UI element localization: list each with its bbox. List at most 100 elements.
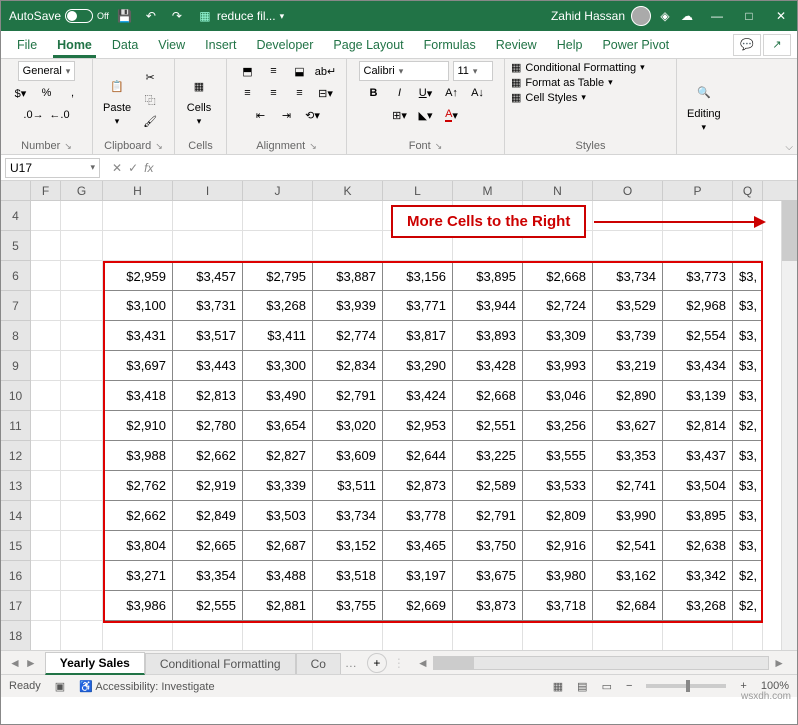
cell[interactable]	[31, 501, 61, 531]
page-layout-view-icon[interactable]: ▤	[577, 680, 587, 693]
cell[interactable]: $3,518	[313, 561, 383, 591]
cell[interactable]: $3,988	[103, 441, 173, 471]
paste-button[interactable]: 📋 Paste ▾	[99, 70, 135, 129]
row-header[interactable]: 14	[1, 501, 31, 531]
minimize-icon[interactable]: —	[709, 8, 725, 24]
row-header[interactable]: 6	[1, 261, 31, 291]
cell[interactable]: $3,533	[523, 471, 593, 501]
cell[interactable]	[61, 261, 103, 291]
cell[interactable]: $3,939	[313, 291, 383, 321]
cell[interactable]: $3,944	[453, 291, 523, 321]
macro-record-icon[interactable]: ▣	[55, 680, 65, 693]
col-header[interactable]: Q	[733, 181, 763, 200]
tab-help[interactable]: Help	[547, 31, 593, 58]
fill-color-icon[interactable]: ◣▾	[415, 105, 437, 125]
cell[interactable]: $2,881	[243, 591, 313, 621]
cell[interactable]	[523, 621, 593, 651]
cell[interactable]: $2,554	[663, 321, 733, 351]
cell[interactable]: $2,687	[243, 531, 313, 561]
cell[interactable]: $2,953	[383, 411, 453, 441]
align-middle-icon[interactable]: ≡	[263, 61, 285, 81]
conditional-formatting-button[interactable]: ▦Conditional Formatting▾	[511, 61, 645, 74]
align-center-icon[interactable]: ≡	[263, 83, 285, 103]
cell[interactable]: $3,290	[383, 351, 453, 381]
format-as-table-button[interactable]: ▦Format as Table▾	[511, 76, 613, 89]
cell[interactable]: $3,511	[313, 471, 383, 501]
italic-icon[interactable]: I	[389, 83, 411, 103]
cell[interactable]	[61, 321, 103, 351]
tab-home[interactable]: Home	[47, 31, 102, 58]
cell[interactable]: $2,774	[313, 321, 383, 351]
cell[interactable]: $3,980	[523, 561, 593, 591]
cell[interactable]	[61, 201, 103, 231]
collapse-ribbon-icon[interactable]: ⌵	[785, 142, 793, 153]
cell[interactable]	[61, 501, 103, 531]
cell[interactable]: $3,654	[243, 411, 313, 441]
cell[interactable]	[31, 261, 61, 291]
redo-icon[interactable]: ↷	[169, 8, 185, 24]
col-header[interactable]: M	[453, 181, 523, 200]
cell[interactable]: $3,609	[313, 441, 383, 471]
cell[interactable]	[313, 201, 383, 231]
cell[interactable]: $2,	[733, 411, 763, 441]
cell[interactable]: $3,	[733, 531, 763, 561]
cell[interactable]: $3,	[733, 501, 763, 531]
cell[interactable]: $2,665	[173, 531, 243, 561]
dialog-launcher-icon[interactable]: ↘	[309, 141, 317, 152]
cell[interactable]: $3,555	[523, 441, 593, 471]
cell[interactable]: $3,778	[383, 501, 453, 531]
more-sheets-icon[interactable]: …	[341, 656, 361, 670]
cell[interactable]: $2,834	[313, 351, 383, 381]
cell[interactable]	[61, 351, 103, 381]
sheet-tab[interactable]: Co	[296, 653, 341, 674]
cell[interactable]: $3,139	[663, 381, 733, 411]
cell[interactable]: $2,	[733, 591, 763, 621]
page-break-view-icon[interactable]: ▭	[602, 680, 612, 693]
cell[interactable]	[173, 231, 243, 261]
cell[interactable]	[61, 291, 103, 321]
zoom-out-icon[interactable]: −	[626, 680, 632, 692]
row-header[interactable]: 9	[1, 351, 31, 381]
sheet-nav-next-icon[interactable]: ►	[25, 656, 37, 670]
cell[interactable]: $3,	[733, 291, 763, 321]
copy-icon[interactable]: ⿻	[139, 90, 161, 110]
cell[interactable]	[61, 231, 103, 261]
cell[interactable]	[31, 411, 61, 441]
tab-developer[interactable]: Developer	[246, 31, 323, 58]
horizontal-scrollbar[interactable]: ◄ ►	[413, 656, 789, 670]
cell[interactable]: $2,669	[383, 591, 453, 621]
cell[interactable]: $3,465	[383, 531, 453, 561]
diamond-icon[interactable]: ◈	[657, 8, 673, 24]
cell[interactable]: $3,411	[243, 321, 313, 351]
cell[interactable]: $3,986	[103, 591, 173, 621]
close-icon[interactable]: ✕	[773, 8, 789, 24]
dialog-launcher-icon[interactable]: ↘	[155, 141, 163, 152]
cell[interactable]	[31, 561, 61, 591]
wrap-text-icon[interactable]: ab↵	[315, 61, 337, 81]
cell[interactable]: $2,791	[313, 381, 383, 411]
cell[interactable]: $2,662	[173, 441, 243, 471]
cell[interactable]: $3,895	[453, 261, 523, 291]
cell[interactable]	[61, 591, 103, 621]
save-icon[interactable]: 💾	[117, 8, 133, 24]
cell[interactable]: $2,827	[243, 441, 313, 471]
cell[interactable]	[663, 621, 733, 651]
normal-view-icon[interactable]: ▦	[553, 680, 563, 693]
cell[interactable]	[173, 621, 243, 651]
align-right-icon[interactable]: ≡	[289, 83, 311, 103]
cell[interactable]: $3,418	[103, 381, 173, 411]
cell[interactable]: $3,529	[593, 291, 663, 321]
worksheet-grid[interactable]: F G H I J K L M N O P Q 456$2,959$3,457$…	[1, 181, 797, 651]
new-sheet-button[interactable]: +	[367, 653, 387, 673]
row-header[interactable]: 12	[1, 441, 31, 471]
decrease-decimal-icon[interactable]: ←.0	[49, 105, 71, 125]
cell[interactable]	[313, 231, 383, 261]
cell[interactable]: $3,309	[523, 321, 593, 351]
maximize-icon[interactable]: □	[741, 8, 757, 24]
cell[interactable]	[31, 201, 61, 231]
cells-button[interactable]: ▦ Cells ▾	[181, 70, 217, 129]
cell[interactable]: $3,755	[313, 591, 383, 621]
cell[interactable]: $3,	[733, 261, 763, 291]
row-header[interactable]: 13	[1, 471, 31, 501]
cell[interactable]: $3,268	[663, 591, 733, 621]
